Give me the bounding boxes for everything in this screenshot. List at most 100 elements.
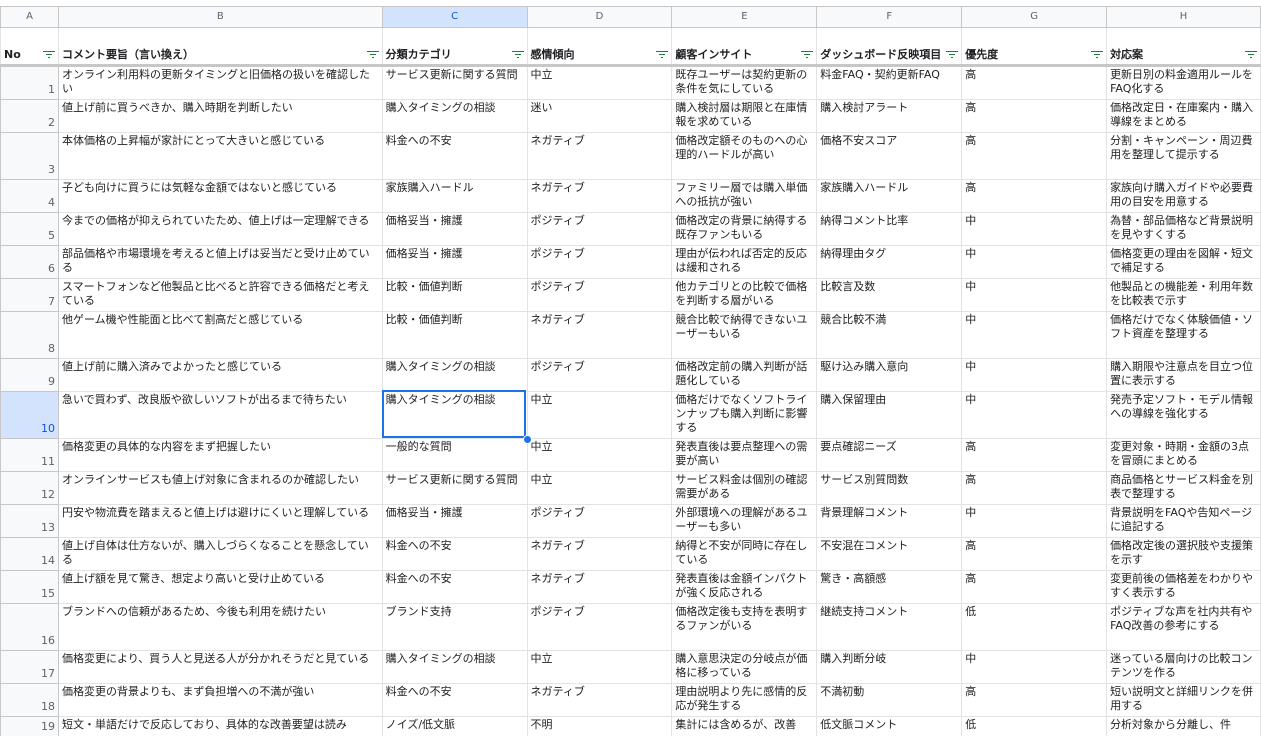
cell-dashboard[interactable]: 驚き・高額感 [816, 570, 963, 604]
cell-priority[interactable]: 中 [961, 212, 1108, 246]
cell-sentiment[interactable]: ポジティブ [526, 358, 673, 392]
cell-action[interactable]: 価格改定後の選択肢や支援策を示す [1106, 537, 1261, 571]
cell-sentiment[interactable]: ネガティブ [526, 179, 673, 213]
row-number[interactable]: 12 [0, 471, 59, 505]
cell-action[interactable]: 価格改定日・在庫案内・購入導線をまとめる [1106, 99, 1261, 133]
cell-summary[interactable]: 円安や物流費を踏まえると値上げは避けにくいと理解している [57, 504, 383, 538]
cell-dashboard[interactable]: 料金FAQ・契約更新FAQ [816, 65, 963, 100]
column-header-g[interactable]: G [961, 6, 1108, 28]
cell-summary[interactable]: 価格変更の背景よりも、まず負担増への不満が強い [57, 683, 383, 717]
filter-icon[interactable] [1245, 50, 1257, 60]
cell-priority[interactable]: 中 [961, 278, 1108, 312]
cell-sentiment[interactable]: ポジティブ [526, 278, 673, 312]
row-number[interactable]: 5 [0, 212, 59, 246]
row-number[interactable]: 2 [0, 99, 59, 133]
cell-sentiment[interactable]: ネガティブ [526, 570, 673, 604]
row-number[interactable]: 4 [0, 179, 59, 213]
cell-summary[interactable]: オンライン利用料の更新タイミングと旧価格の扱いを確認したい [57, 65, 383, 100]
row-number[interactable]: 14 [0, 537, 59, 571]
row-number[interactable]: 15 [0, 570, 59, 604]
filter-icon[interactable] [366, 50, 379, 60]
cell-dashboard[interactable]: 不安混在コメント [816, 537, 963, 571]
filter-icon[interactable] [1091, 50, 1104, 60]
cell-dashboard[interactable]: 納得コメント比率 [816, 212, 963, 246]
cell-sentiment[interactable]: 中立 [526, 438, 673, 472]
cell-insight[interactable]: 購入検討層は期限と在庫情報を求めている [671, 99, 818, 133]
cell-sentiment[interactable]: 中立 [526, 65, 673, 100]
cell-category[interactable]: ノイズ/低文脈 [381, 716, 528, 736]
cell-insight[interactable]: 発表直後は金額インパクトが強く反応される [671, 570, 818, 604]
cell-category[interactable]: 料金への不安 [381, 537, 528, 571]
cell-category[interactable]: ブランド支持 [381, 603, 528, 651]
cell-priority[interactable]: 高 [961, 179, 1108, 213]
column-header-a[interactable]: A [0, 6, 59, 28]
cell-dashboard[interactable]: 駆け込み購入意向 [816, 358, 963, 392]
cell-insight[interactable]: 価格改定後も支持を表明するファンがいる [671, 603, 818, 651]
cell-category[interactable]: 価格妥当・擁護 [381, 245, 528, 279]
row-number[interactable]: 1 [0, 65, 59, 100]
cell-action[interactable]: 価格だけでなく体験価値・ソフト資産を整理する [1106, 311, 1261, 359]
cell-insight[interactable]: 他カテゴリとの比較で価格を判断する層がいる [671, 278, 818, 312]
cell-insight[interactable]: 価格改定前の購入判断が話題化している [671, 358, 818, 392]
cell-category[interactable]: 価格妥当・擁護 [381, 504, 528, 538]
row-number[interactable]: 10 [0, 391, 59, 439]
cell-action[interactable]: 他製品との機能差・利用年数を比較表で示す [1106, 278, 1261, 312]
cell-insight[interactable]: 既存ユーザーは契約更新の条件を気にしている [671, 65, 818, 100]
cell-dashboard[interactable]: 購入判断分岐 [816, 650, 963, 684]
row-number[interactable]: 11 [0, 438, 59, 472]
cell-sentiment[interactable]: ポジティブ [526, 603, 673, 651]
cell-priority[interactable]: 低 [961, 603, 1108, 651]
row-number[interactable]: 3 [0, 132, 59, 180]
cell-category[interactable]: サービス更新に関する質問 [381, 471, 528, 505]
cell-category[interactable]: 家族購入ハードル [381, 179, 528, 213]
cell-action[interactable]: 発売予定ソフト・モデル情報への導線を強化する [1106, 391, 1261, 439]
header-cell-2[interactable]: コメント要旨（言い換え） [57, 27, 383, 67]
header-cell-1[interactable]: No [0, 27, 59, 67]
cell-dashboard[interactable]: 要点確認ニーズ [816, 438, 963, 472]
cell-category[interactable]: 比較・価値判断 [381, 311, 528, 359]
column-header-h[interactable]: H [1106, 6, 1261, 28]
cell-sentiment[interactable]: ネガティブ [526, 311, 673, 359]
row-number[interactable]: 8 [0, 311, 59, 359]
cell-summary[interactable]: オンラインサービスも値上げ対象に含まれるのか確認したい [57, 471, 383, 505]
cell-action[interactable]: 分析対象から分離し、件 [1106, 716, 1261, 736]
cell-insight[interactable]: 理由説明より先に感情的反応が発生する [671, 683, 818, 717]
column-header-f[interactable]: F [816, 6, 963, 28]
cell-priority[interactable]: 中 [961, 311, 1108, 359]
cell-dashboard[interactable]: 継続支持コメント [816, 603, 963, 651]
cell-sentiment[interactable]: ネガティブ [526, 132, 673, 180]
cell-insight[interactable]: 価格改定額そのものへの心理的ハードルが高い [671, 132, 818, 180]
cell-action[interactable]: 背景説明をFAQや告知ページに追記する [1106, 504, 1261, 538]
cell-insight[interactable]: 購入意思決定の分岐点が価格に移っている [671, 650, 818, 684]
filter-icon[interactable] [801, 50, 814, 60]
row-number[interactable]: 18 [0, 683, 59, 717]
cell-summary[interactable]: 値上げ自体は仕方ないが、購入しづらくなることを懸念している [57, 537, 383, 571]
cell-action[interactable]: 商品価格とサービス料金を別表で整理する [1106, 471, 1261, 505]
cell-action[interactable]: 短い説明文と詳細リンクを併用する [1106, 683, 1261, 717]
cell-summary[interactable]: 他ゲーム機や性能面と比べて割高だと感じている [57, 311, 383, 359]
header-cell-4[interactable]: 感情傾向 [526, 27, 673, 67]
cell-dashboard[interactable]: 競合比較不満 [816, 311, 963, 359]
cell-dashboard[interactable]: 価格不安スコア [816, 132, 963, 180]
cell-insight[interactable]: サービス料金は個別の確認需要がある [671, 471, 818, 505]
cell-action[interactable]: 分割・キャンペーン・周辺費用を整理して提示する [1106, 132, 1261, 180]
cell-action[interactable]: 家族向け購入ガイドや必要費用の目安を用意する [1106, 179, 1261, 213]
filter-icon[interactable] [946, 50, 959, 60]
cell-summary[interactable]: 部品価格や市場環境を考えると値上げは妥当だと受け止めている [57, 245, 383, 279]
cell-priority[interactable]: 高 [961, 570, 1108, 604]
cell-summary[interactable]: 値上げ前に購入済みでよかったと感じている [57, 358, 383, 392]
header-cell-7[interactable]: 優先度 [961, 27, 1108, 67]
header-cell-6[interactable]: ダッシュボード反映項目 [816, 27, 963, 67]
cell-category[interactable]: サービス更新に関する質問 [381, 65, 528, 100]
cell-dashboard[interactable]: サービス別質問数 [816, 471, 963, 505]
column-header-c[interactable]: C [381, 6, 528, 28]
cell-summary[interactable]: 本体価格の上昇幅が家計にとって大きいと感じている [57, 132, 383, 180]
cell-dashboard[interactable]: 家族購入ハードル [816, 179, 963, 213]
cell-summary[interactable]: 値上げ前に買うべきか、購入時期を判断したい [57, 99, 383, 133]
cell-insight[interactable]: 納得と不安が同時に存在している [671, 537, 818, 571]
cell-insight[interactable]: 価格だけでなくソフトラインナップも購入判断に影響する [671, 391, 818, 439]
cell-summary[interactable]: 今までの価格が抑えられていたため、値上げは一定理解できる [57, 212, 383, 246]
cell-category[interactable]: 価格妥当・擁護 [381, 212, 528, 246]
cell-sentiment[interactable]: 迷い [526, 99, 673, 133]
cell-summary[interactable]: 価格変更の具体的な内容をまず把握したい [57, 438, 383, 472]
